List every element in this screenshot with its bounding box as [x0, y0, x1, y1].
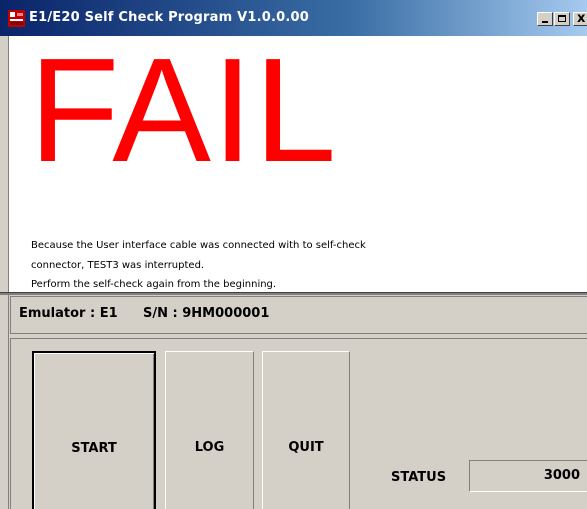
status-value: 3000 [543, 468, 580, 483]
emulator-info-bar: Emulator : E1 S/N : 9HM000001 [10, 296, 587, 334]
self-check-window: E1/E20 Self Check Program V1.0.0.00 x FA… [0, 0, 587, 509]
start-button-label: START [71, 441, 117, 456]
emulator-label: Emulator : E1 [19, 306, 118, 321]
message-line: Because the User interface cable was con… [31, 240, 366, 251]
window-left-border [0, 36, 9, 509]
status-label: STATUS [391, 470, 447, 485]
app-icon [8, 10, 25, 27]
result-message: Because the User interface cable was con… [31, 236, 366, 295]
close-button[interactable]: x [573, 11, 587, 26]
close-icon: x [577, 11, 586, 26]
maximize-button[interactable] [554, 12, 570, 26]
log-button[interactable]: LOG [165, 351, 254, 509]
control-panel: START LOG QUIT STATUS 3000 [10, 338, 587, 509]
minimize-button[interactable] [537, 12, 553, 26]
status-field: 3000 [469, 460, 587, 492]
window-title: E1/E20 Self Check Program V1.0.0.00 [29, 10, 310, 25]
quit-button-label: QUIT [288, 440, 324, 455]
divider [0, 292, 587, 295]
serial-number-label: S/N : 9HM000001 [143, 306, 270, 321]
log-button-label: LOG [194, 440, 225, 455]
quit-button[interactable]: QUIT [262, 351, 350, 509]
start-button[interactable]: START [32, 351, 156, 509]
result-text: FAIL [29, 28, 338, 193]
message-line: connector, TEST3 was interrupted. [31, 259, 205, 271]
result-display: FAIL Because the User interface cable wa… [9, 36, 587, 292]
